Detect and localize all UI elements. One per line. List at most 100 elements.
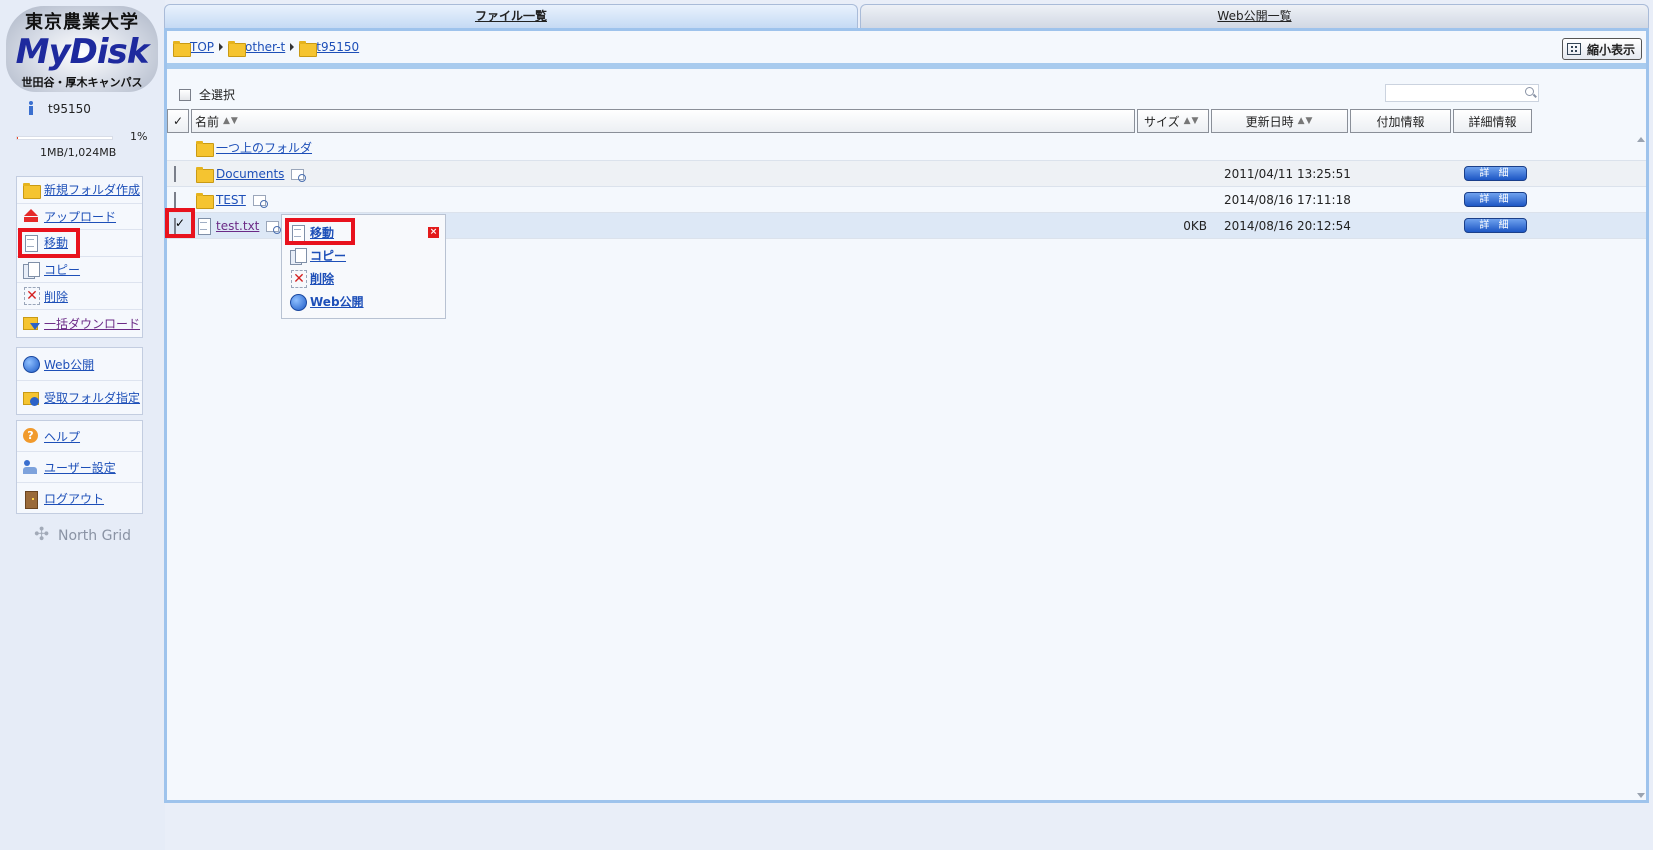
file-updated: 2011/04/11 13:25:51 (1224, 166, 1351, 181)
sidebar-item-receive-folder[interactable]: 受取フォルダ指定 (17, 381, 142, 414)
file-name-link[interactable]: test.txt (216, 219, 259, 233)
context-move-link[interactable]: 移動 (310, 224, 334, 241)
globe-icon (23, 356, 40, 373)
mydisk-logo[interactable]: 東京農業大学 MyDisk 世田谷・厚木キャンパス (6, 6, 158, 92)
tab-web-publish-list[interactable]: Web公開一覧 (860, 4, 1649, 28)
file-updated: 2014/08/16 17:11:18 (1224, 192, 1351, 207)
sidebar-item-web-publish[interactable]: Web公開 (17, 348, 142, 381)
grid-icon (1566, 43, 1581, 55)
header-updated[interactable]: 更新日時 ▲▼ (1211, 109, 1348, 133)
move-icon (23, 234, 39, 252)
help-link[interactable]: ヘルプ (44, 428, 80, 445)
delete-link[interactable]: 削除 (44, 288, 68, 305)
breadcrumb-link[interactable]: t95150 (316, 40, 359, 54)
sidebar-item-new-folder[interactable]: 新規フォルダ作成 (17, 177, 142, 204)
file-name-link[interactable]: TEST (216, 193, 246, 207)
context-item-web-publish[interactable]: Web公開 (290, 293, 364, 311)
user-name: t95150 (48, 102, 91, 116)
preview-icon[interactable] (252, 193, 269, 208)
new-folder-icon (23, 182, 41, 199)
logout-icon (23, 490, 39, 509)
folder-icon (173, 40, 191, 57)
shared-folder-icon (299, 40, 318, 57)
context-copy-link[interactable]: コピー (310, 247, 346, 264)
close-icon[interactable]: × (428, 227, 439, 238)
sidebar-item-user-settings[interactable]: ユーザー設定 (17, 452, 142, 483)
new-folder-link[interactable]: 新規フォルダ作成 (44, 181, 140, 198)
folder-icon (196, 140, 214, 157)
logout-link[interactable]: ログアウト (44, 490, 104, 507)
select-all-checkbox[interactable] (179, 88, 191, 101)
context-web-publish-link[interactable]: Web公開 (310, 293, 364, 310)
sort-arrows-icon: ▲▼ (1297, 116, 1314, 126)
header-check-column[interactable]: ✓ (167, 109, 189, 133)
table-row[interactable]: TEST 2014/08/16 17:11:18 詳 細 (167, 187, 1646, 213)
scroll-down-icon[interactable] (1637, 793, 1645, 798)
header-size[interactable]: サイズ ▲▼ (1137, 109, 1209, 133)
header-updated-label: 更新日時 (1245, 114, 1294, 129)
sidebar: 東京農業大学 MyDisk 世田谷・厚木キャンパス t95150 1% 1MB/… (0, 0, 165, 850)
sidebar-item-bulk-download[interactable]: 一括ダウンロード (17, 310, 142, 337)
details-button[interactable]: 詳 細 (1464, 192, 1527, 207)
folder-icon (196, 166, 214, 183)
search-icon (1525, 87, 1534, 96)
select-all[interactable]: 全選択 (179, 86, 235, 103)
web-publish-link[interactable]: Web公開 (44, 356, 94, 373)
upload-link[interactable]: アップロード (44, 208, 116, 225)
sort-arrows-icon: ▲▼ (223, 116, 239, 126)
context-item-move[interactable]: 移動 (290, 224, 334, 242)
header-name[interactable]: 名前 ▲▼ (191, 109, 1135, 133)
preview-icon[interactable] (291, 167, 307, 182)
tab-file-list[interactable]: ファイル一覧 (164, 4, 858, 28)
copy-link[interactable]: コピー (44, 261, 80, 278)
up-folder-link[interactable]: 一つ上のフォルダ (216, 139, 312, 156)
file-name-link[interactable]: Documents (216, 167, 284, 181)
sidebar-item-delete[interactable]: 削除 (17, 283, 142, 310)
sidebar-item-help[interactable]: ヘルプ (17, 421, 142, 452)
move-link[interactable]: 移動 (44, 234, 68, 251)
up-folder-row[interactable]: 一つ上のフォルダ (167, 135, 1646, 161)
bulk-download-link[interactable]: 一括ダウンロード (44, 315, 140, 332)
details-button[interactable]: 詳 細 (1464, 218, 1527, 233)
help-icon (23, 428, 39, 444)
logo-campus: 世田谷・厚木キャンパス (21, 76, 143, 89)
breadcrumb-t95150[interactable]: t95150 (299, 40, 359, 57)
bulk-download-icon (23, 315, 40, 331)
user-settings-link[interactable]: ユーザー設定 (44, 459, 116, 476)
logo-product: MyDisk (15, 32, 150, 72)
header-details-label: 詳細情報 (1468, 114, 1517, 129)
shrink-view-button[interactable]: 縮小表示 (1561, 38, 1642, 60)
breadcrumb-separator (290, 43, 295, 51)
sidebar-item-move[interactable]: 移動 (17, 230, 142, 257)
table-row[interactable]: Documents 2011/04/11 13:25:51 詳 細 (167, 161, 1646, 187)
header-extra: 付加情報 (1350, 109, 1451, 133)
search-input[interactable] (1385, 84, 1539, 102)
file-updated: 2014/08/16 20:12:54 (1224, 218, 1351, 233)
context-item-copy[interactable]: コピー (290, 247, 346, 265)
row-checkbox[interactable] (174, 191, 176, 208)
sort-arrows-icon: ▲▼ (1183, 116, 1200, 126)
upload-icon (23, 208, 39, 224)
file-list-panel: TOP other-t t95150 縮小表示 全選択 ✓ 名前 ▲▼ サイズ ▲▼… (164, 28, 1649, 803)
scroll-up-icon[interactable] (1637, 137, 1645, 142)
context-delete-link[interactable]: 削除 (310, 270, 334, 287)
text-file-icon (196, 217, 212, 235)
details-button[interactable]: 詳 細 (1464, 166, 1527, 181)
scrollbar[interactable] (1635, 135, 1646, 800)
receive-folder-link[interactable]: 受取フォルダ指定 (44, 389, 140, 406)
sidebar-item-upload[interactable]: アップロード (17, 204, 142, 231)
row-checkbox[interactable] (174, 217, 176, 234)
breadcrumb-link[interactable]: other-t (245, 40, 285, 54)
breadcrumb-other-t[interactable]: other-t (228, 40, 285, 57)
preview-icon[interactable] (266, 219, 282, 234)
quota-fill (17, 137, 18, 139)
quota-bar (16, 136, 113, 140)
row-checkbox[interactable] (174, 165, 176, 182)
sidebar-item-copy[interactable]: コピー (17, 257, 142, 284)
context-item-delete[interactable]: 削除 (290, 269, 334, 288)
north-grid-icon (34, 524, 54, 546)
breadcrumb-link[interactable]: TOP (190, 40, 214, 54)
sidebar-item-logout[interactable]: ログアウト (17, 483, 142, 514)
breadcrumb-top[interactable]: TOP (173, 40, 214, 57)
user-info: t95150 (28, 101, 91, 116)
